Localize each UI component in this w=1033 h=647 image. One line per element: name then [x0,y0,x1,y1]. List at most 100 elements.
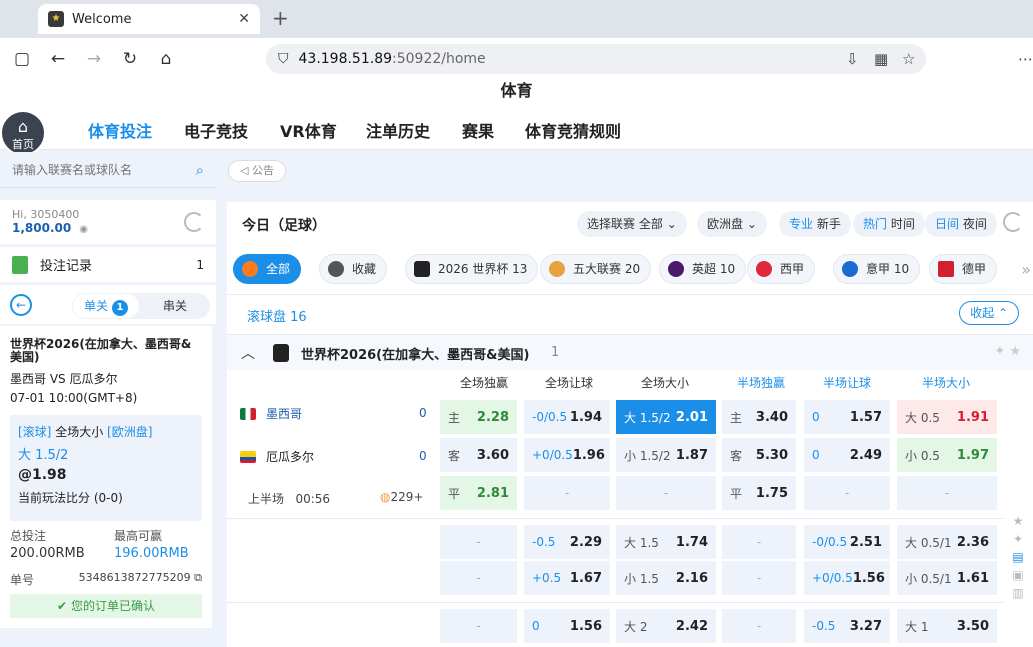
odds-cell[interactable]: 大 2 2.42 [616,609,716,643]
search-icon[interactable]: ⌕ [196,161,204,179]
chevron-right-icon[interactable]: » [1021,260,1031,279]
star-icon[interactable]: ★ [1008,514,1028,532]
cat-laliga[interactable]: 西甲 [747,254,816,284]
qr-code-icon[interactable]: ▦ [874,50,888,68]
notice-button[interactable]: ◁ 公告 [228,160,286,182]
cat-top5[interactable]: 五大联赛 20 [540,254,652,284]
new-tab-icon[interactable]: + [272,6,289,30]
bet-records-item[interactable]: 投注记录 1 [0,246,216,282]
nav-bet-history[interactable]: 注单历史 [366,118,430,142]
odds-cell[interactable]: 小 0.5 1.97 [897,438,997,472]
forward-icon[interactable]: → [76,49,112,69]
site-title: 体育 [500,81,533,100]
mode-pro[interactable]: 专业 [789,217,813,231]
odds-cell[interactable]: 大 1 3.50 [897,609,997,643]
eye-icon[interactable]: ◉ [79,224,88,235]
nav-esports[interactable]: 电子竞技 [184,118,248,142]
odds-cell[interactable]: +0.5 1.67 [524,561,610,595]
chevron-up-icon[interactable]: ︿ [241,343,255,363]
home-icon[interactable]: ⌂ [148,49,184,69]
close-tab-icon[interactable]: ✕ [238,11,250,27]
view-day[interactable]: 日间 [935,217,959,231]
sort-hot[interactable]: 热门 [863,217,887,231]
reload-icon[interactable]: ↻ [112,49,148,69]
odds-cell[interactable]: 0 2.49 [804,438,890,472]
view-toggle[interactable]: 日间 夜间 [925,211,997,237]
mode-novice[interactable]: 新手 [817,217,841,231]
odds-value: 2.49 [849,447,882,463]
odds-cell[interactable]: 0 1.57 [804,400,890,434]
download-icon[interactable]: ⇩ [846,50,859,68]
nav-rules[interactable]: 体育竞猜规则 [525,118,621,142]
mode-toggle[interactable]: 专业 新手 [779,211,851,237]
category-bar: 全部 收藏 2026 世界杯 13 五大联赛 20 英超 10 西甲 意甲 10… [227,248,1033,290]
odds-cell[interactable]: 小 1.5 2.16 [616,561,716,595]
nav-vr-sports[interactable]: VR体育 [280,118,337,142]
copy-icon[interactable]: ⧉ [194,571,202,584]
address-bar[interactable]: ⛉ 43.198.51.89 :50922/home [266,44,926,74]
odds-cell[interactable]: 小 0.5/1 1.61 [897,561,997,595]
pin-icon[interactable]: ✦ [1008,532,1028,550]
odds-cell[interactable]: 大 1.5/2 2.01 [616,400,716,434]
video-icon[interactable]: ▣ [1008,568,1028,586]
cat-favorites[interactable]: 收藏 [319,254,388,284]
odds-cell[interactable]: 平 1.75 [722,476,796,510]
cat-seriea[interactable]: 意甲 10 [833,254,921,284]
odds-cell[interactable]: 大 1.5 1.74 [616,525,716,559]
pin-star-icon[interactable]: ✦ ★ [994,344,1021,359]
greeting: Hi, 3050400 [12,208,80,221]
odds-cell[interactable]: +0/0.5 1.56 [804,561,890,595]
cat-bundesliga[interactable]: 德甲 [929,254,998,284]
nav-results[interactable]: 赛果 [462,118,494,142]
bookmark-star-icon[interactable]: ☆ [902,50,915,68]
sort-toggle[interactable]: 热门 时间 [853,211,925,237]
league-select[interactable]: 选择联赛 全部 ⌄ [577,211,687,237]
odds-cell[interactable]: 主 2.28 [440,400,517,434]
stake-label: 总投注 [10,529,47,543]
home-button[interactable]: ⌂ 首页 [0,110,46,156]
odds-cell[interactable]: 客 5.30 [722,438,796,472]
odds-cell[interactable]: +0/0.5 1.96 [524,438,610,472]
more-markets-count: 229+ [390,490,424,504]
slip-selection: 大 1.5/2 [18,448,69,463]
sort-time[interactable]: 时间 [891,217,915,231]
odds-cell[interactable]: -0.5 3.27 [804,609,890,643]
odds-format-select[interactable]: 欧洲盘 ⌄ [697,211,767,237]
odds-cell[interactable]: -0/0.5 1.94 [524,400,610,434]
odds-cell[interactable]: 0 1.56 [524,609,610,643]
odds-cell[interactable]: 平 2.81 [440,476,517,510]
league-header[interactable]: ︿ 世界杯2026(在加拿大、墨西哥&美国) 1 ✦ ★ [227,334,1033,370]
odds-cell[interactable]: 客 3.60 [440,438,517,472]
back-icon[interactable]: ← [40,49,76,69]
odds-cell: - [722,525,796,559]
view-night[interactable]: 夜间 [963,217,987,231]
collapse-button[interactable]: 收起 ⌃ [959,301,1019,325]
tab-parlay[interactable]: 串关 [140,293,210,319]
site-info-icon[interactable]: ⛉ [278,51,289,67]
stats-icon[interactable]: ▤ [1008,550,1028,568]
browser-tab[interactable]: ★ Welcome ✕ [38,4,260,34]
back-arrow-icon[interactable]: ← [10,293,32,316]
odds-cell[interactable]: 大 0.5/1 2.36 [897,525,997,559]
tab-single[interactable]: 单关 1 [73,294,139,318]
odds-cell[interactable]: 大 0.5 1.91 [897,400,997,434]
refresh-balance-icon[interactable] [184,212,204,232]
cat-all[interactable]: 全部 [233,254,302,284]
home-team: 墨西哥 [240,405,302,422]
odds-cell[interactable]: 小 1.5/2 1.87 [616,438,716,472]
cat-worldcup[interactable]: 2026 世界杯 13 [405,254,539,284]
sidebar-toggle-icon[interactable]: ▢ [4,49,40,69]
menu-icon[interactable]: ⋯ [1018,50,1033,68]
nav-sports-betting[interactable]: 体育投注 [88,118,152,142]
odds-cell[interactable]: 主 3.40 [722,400,796,434]
chevron-down-icon: ⌄ [746,217,757,231]
slip-market: 全场大小 [55,425,104,439]
search-input[interactable] [12,162,196,177]
odds-cell[interactable]: -0.5 2.29 [524,525,610,559]
odds-cell[interactable]: -0/0.5 2.51 [804,525,890,559]
filter-bar: 今日（足球） 选择联赛 全部 ⌄ 欧洲盘 ⌄ 专业 新手 热门 时间 日间 夜间 [227,202,1033,246]
more-markets[interactable]: ◍229+ [380,490,423,504]
refresh-icon[interactable] [1003,212,1023,232]
cat-epl[interactable]: 英超 10 [659,254,747,284]
chart-icon[interactable]: ▥ [1008,586,1028,604]
